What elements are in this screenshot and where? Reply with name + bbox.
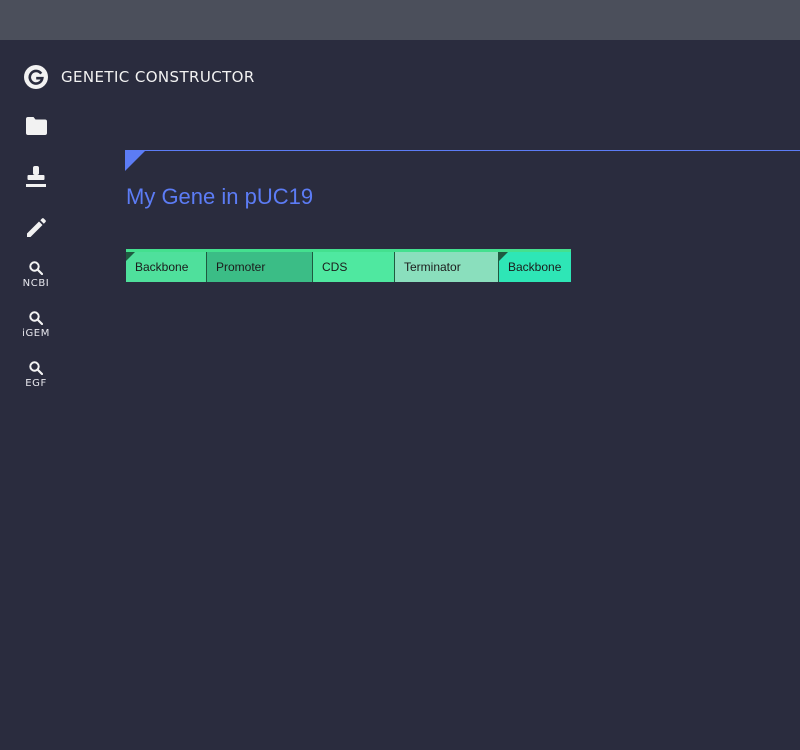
- block-corner-notch: [499, 252, 508, 261]
- search-icon: [29, 361, 43, 375]
- block-backbone-end[interactable]: Backbone: [499, 252, 571, 282]
- browser-top-bar: [0, 0, 800, 40]
- sidebar-item-label: EGF: [25, 378, 47, 389]
- sidebar-inventory-button[interactable]: [16, 166, 56, 188]
- construct-blocks: Backbone Promoter CDS Terminator Backbon…: [126, 252, 571, 282]
- block-backbone-start[interactable]: Backbone: [126, 252, 207, 282]
- block-terminator[interactable]: Terminator: [395, 252, 499, 282]
- pencil-icon: [27, 218, 46, 237]
- block-promoter[interactable]: Promoter: [207, 252, 313, 282]
- sidebar-projects-button[interactable]: [16, 117, 56, 135]
- block-cds[interactable]: CDS: [313, 252, 395, 282]
- block-label: Terminator: [404, 260, 461, 274]
- sidebar-sketch-button[interactable]: [16, 218, 56, 238]
- sidebar-item-label: iGEM: [22, 328, 50, 339]
- search-icon: [29, 261, 43, 275]
- construct-header-line: [126, 150, 800, 151]
- sidebar-search-ncbi-button[interactable]: NCBI: [16, 261, 56, 289]
- stamp-icon: [26, 166, 46, 187]
- app-title: GENETIC CONSTRUCTOR: [61, 68, 255, 86]
- construct-corner-marker[interactable]: [125, 150, 146, 171]
- block-label: Backbone: [508, 260, 562, 274]
- app-brand[interactable]: GENETIC CONSTRUCTOR: [24, 65, 255, 89]
- sidebar-item-label: NCBI: [22, 278, 50, 289]
- block-corner-notch: [126, 252, 135, 261]
- block-label: Backbone: [135, 260, 189, 274]
- app-window: GENETIC CONSTRUCTOR NCBI iGEM EGF My Gen…: [0, 40, 800, 750]
- sidebar-search-egf-button[interactable]: EGF: [16, 361, 56, 389]
- search-icon: [29, 311, 43, 325]
- folder-icon: [25, 117, 47, 135]
- construct-title[interactable]: My Gene in pUC19: [126, 184, 313, 210]
- sidebar-search-igem-button[interactable]: iGEM: [16, 311, 56, 339]
- block-label: CDS: [322, 260, 348, 274]
- block-label: Promoter: [216, 260, 266, 274]
- genetic-constructor-logo-icon: [24, 65, 48, 89]
